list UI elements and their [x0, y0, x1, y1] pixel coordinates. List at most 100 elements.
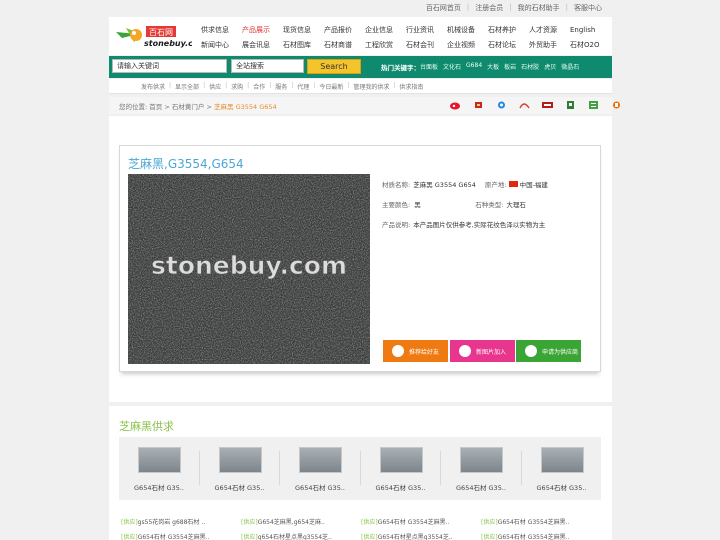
- search-input[interactable]: 请输入关键词: [112, 59, 227, 73]
- supply-thumb-item[interactable]: G654石材 G35..: [200, 437, 280, 500]
- sub-nav-link[interactable]: 服务: [271, 82, 291, 91]
- supply-thumb-item[interactable]: G654石材 G35..: [280, 437, 360, 500]
- sub-nav-link[interactable]: 管理我的供求: [349, 82, 393, 91]
- supply-list-item[interactable]: [供应]G654石材 G3554芝麻黑..: [481, 532, 601, 540]
- add-image-button[interactable]: 新图片加入: [450, 340, 515, 362]
- supply-thumb-caption[interactable]: G654石材 G35..: [119, 482, 199, 492]
- nav-item[interactable]: 企业视频: [447, 40, 488, 50]
- nav-item[interactable]: 人才资源: [529, 25, 570, 35]
- nav-item[interactable]: 石材论坛: [488, 40, 529, 50]
- nav-item[interactable]: 产品报价: [324, 25, 365, 35]
- search-scope-select[interactable]: 全站搜索: [231, 59, 304, 73]
- supply-thumb-caption[interactable]: G654石材 G35..: [441, 482, 521, 492]
- nav-item[interactable]: 石材O2O: [570, 40, 611, 50]
- weibo-icon[interactable]: [449, 100, 462, 110]
- nav-item[interactable]: 新闻中心: [201, 40, 242, 50]
- hot-keyword[interactable]: 板岩: [504, 62, 516, 71]
- sub-nav-link[interactable]: 显示全部: [171, 82, 203, 91]
- supply-thumb-caption[interactable]: G654石材 G35..: [361, 482, 441, 492]
- supply-thumb-image[interactable]: [299, 447, 342, 473]
- supply-list-item[interactable]: [供应]gs55花岗岩 g688石材 ..: [121, 517, 241, 526]
- hot-keyword[interactable]: 微晶石: [561, 62, 579, 71]
- supply-thumb-image[interactable]: [379, 447, 423, 473]
- breadcrumb-section[interactable]: 石材黄门户: [172, 103, 205, 111]
- supply-list-text[interactable]: G654芝麻黑,g654芝麻..: [258, 519, 325, 526]
- sub-nav-link[interactable]: 代理: [293, 82, 313, 91]
- supply-thumb-image[interactable]: [540, 447, 584, 473]
- nav-item[interactable]: 企业信息: [365, 25, 406, 35]
- hot-keyword[interactable]: 虎贝: [544, 62, 556, 71]
- nav-item[interactable]: English: [570, 26, 611, 34]
- supply-thumb-image[interactable]: [138, 447, 181, 473]
- nav-item[interactable]: 展会讯息: [242, 40, 283, 50]
- breadcrumb-prefix: 您的位置:: [119, 103, 148, 111]
- supply-thumb-caption[interactable]: G654石材 G35..: [280, 482, 360, 492]
- tencent-weibo-icon[interactable]: [495, 100, 508, 110]
- top-link-my-assistant[interactable]: 我的石材助手: [512, 3, 566, 13]
- supply-thumb-item[interactable]: G654石材 G35..: [119, 437, 199, 500]
- douban-icon[interactable]: [564, 100, 577, 110]
- supply-list-text[interactable]: G654石材 G3554芝麻黑..: [498, 519, 570, 526]
- nav-item[interactable]: 现货信息: [283, 25, 324, 35]
- qzone-icon[interactable]: [472, 100, 485, 110]
- hot-keyword[interactable]: 台面板: [420, 62, 438, 71]
- supply-tag: [供应]: [241, 519, 258, 526]
- main-nav: 供求信息 产品展示 现货信息 产品报价 企业信息 行业资讯 机械设备 石材养护 人才资源 Engl…: [201, 22, 611, 52]
- supply-thumb-item[interactable]: G654石材 G35..: [361, 437, 441, 500]
- sub-nav-link[interactable]: 合作: [249, 82, 269, 91]
- top-link-service[interactable]: 客服中心: [568, 3, 608, 13]
- supply-list-text[interactable]: G654石材星点黑g3554芝..: [378, 534, 453, 540]
- supply-thumb-item[interactable]: G654石材 G35..: [522, 437, 602, 500]
- supply-list-item[interactable]: [供应]G654石材 G3554芝麻黑..: [361, 517, 481, 526]
- breadcrumb-separator: >: [164, 103, 170, 111]
- share-icons: [449, 100, 623, 110]
- renren-icon[interactable]: [518, 100, 531, 110]
- top-link-register[interactable]: 注册会员: [469, 3, 509, 13]
- hot-keyword[interactable]: G684: [466, 62, 482, 71]
- supply-list-item[interactable]: [供应]g654石材星点黑g3554芝..: [241, 532, 361, 540]
- top-link-home[interactable]: 百石网首页: [420, 3, 467, 13]
- recommend-friend-button[interactable]: 推荐给好友: [383, 340, 448, 362]
- supply-section-title: 芝麻黑供求: [119, 420, 174, 433]
- nav-item[interactable]: 石材商谱: [324, 40, 365, 50]
- product-image[interactable]: stonebuy.com: [128, 174, 370, 364]
- netease-icon[interactable]: [587, 100, 600, 110]
- supply-thumb-item[interactable]: G654石材 G35..: [441, 437, 521, 500]
- site-logo[interactable]: 百石网 stonebuy.com: [112, 18, 207, 54]
- hot-keyword[interactable]: 大板: [487, 62, 499, 71]
- supply-list-item[interactable]: [供应]G654芝麻黑,g654芝麻..: [241, 517, 361, 526]
- supply-thumb-caption[interactable]: G654石材 G35..: [522, 482, 602, 492]
- sohu-icon[interactable]: [610, 100, 623, 110]
- nav-item[interactable]: 外贸助手: [529, 40, 570, 50]
- sub-nav-link[interactable]: 发布供求: [137, 82, 169, 91]
- supply-thumb-image[interactable]: [460, 447, 503, 473]
- sub-nav-link[interactable]: 求购: [227, 82, 247, 91]
- supply-list-text[interactable]: gs55花岗岩 g688石材 ..: [138, 519, 205, 526]
- nav-item[interactable]: 石材会刊: [406, 40, 447, 50]
- supply-thumb-image[interactable]: [218, 447, 262, 473]
- supply-thumb-caption[interactable]: G654石材 G35..: [200, 482, 280, 492]
- supply-list-text[interactable]: G654石材 G3554芝麻黑..: [498, 534, 570, 540]
- supply-list-item[interactable]: [供应]G654石材 G3554芝麻黑..: [481, 517, 601, 526]
- nav-item[interactable]: 石材养护: [488, 25, 529, 35]
- search-button[interactable]: Search: [307, 59, 361, 74]
- breadcrumb-home[interactable]: 首页: [149, 103, 162, 111]
- hot-keyword[interactable]: 石材胶: [521, 62, 539, 71]
- sub-nav-link[interactable]: 今日最新: [315, 82, 347, 91]
- apply-supplier-button[interactable]: 申请为供应商: [516, 340, 581, 362]
- nav-item[interactable]: 行业资讯: [406, 25, 447, 35]
- kaixin-icon[interactable]: [541, 100, 554, 110]
- nav-item[interactable]: 机械设备: [447, 25, 488, 35]
- supply-list-item[interactable]: [供应]G654石材 G3554芝麻黑..: [121, 532, 241, 540]
- nav-item[interactable]: 工程欣赏: [365, 40, 406, 50]
- supply-list-text[interactable]: G654石材 G3554芝麻黑..: [378, 519, 450, 526]
- sub-nav-link[interactable]: 供求指南: [395, 82, 427, 91]
- sub-nav-link[interactable]: 供应: [205, 82, 225, 91]
- nav-item[interactable]: 供求信息: [201, 25, 242, 35]
- supply-list-text[interactable]: g654石材星点黑g3554芝..: [258, 534, 332, 540]
- supply-list-text[interactable]: G654石材 G3554芝麻黑..: [138, 534, 210, 540]
- hot-keyword[interactable]: 文化石: [443, 62, 461, 71]
- supply-list-item[interactable]: [供应]G654石材星点黑g3554芝..: [361, 532, 481, 540]
- nav-item[interactable]: 石材图库: [283, 40, 324, 50]
- nav-item[interactable]: 产品展示: [242, 25, 283, 35]
